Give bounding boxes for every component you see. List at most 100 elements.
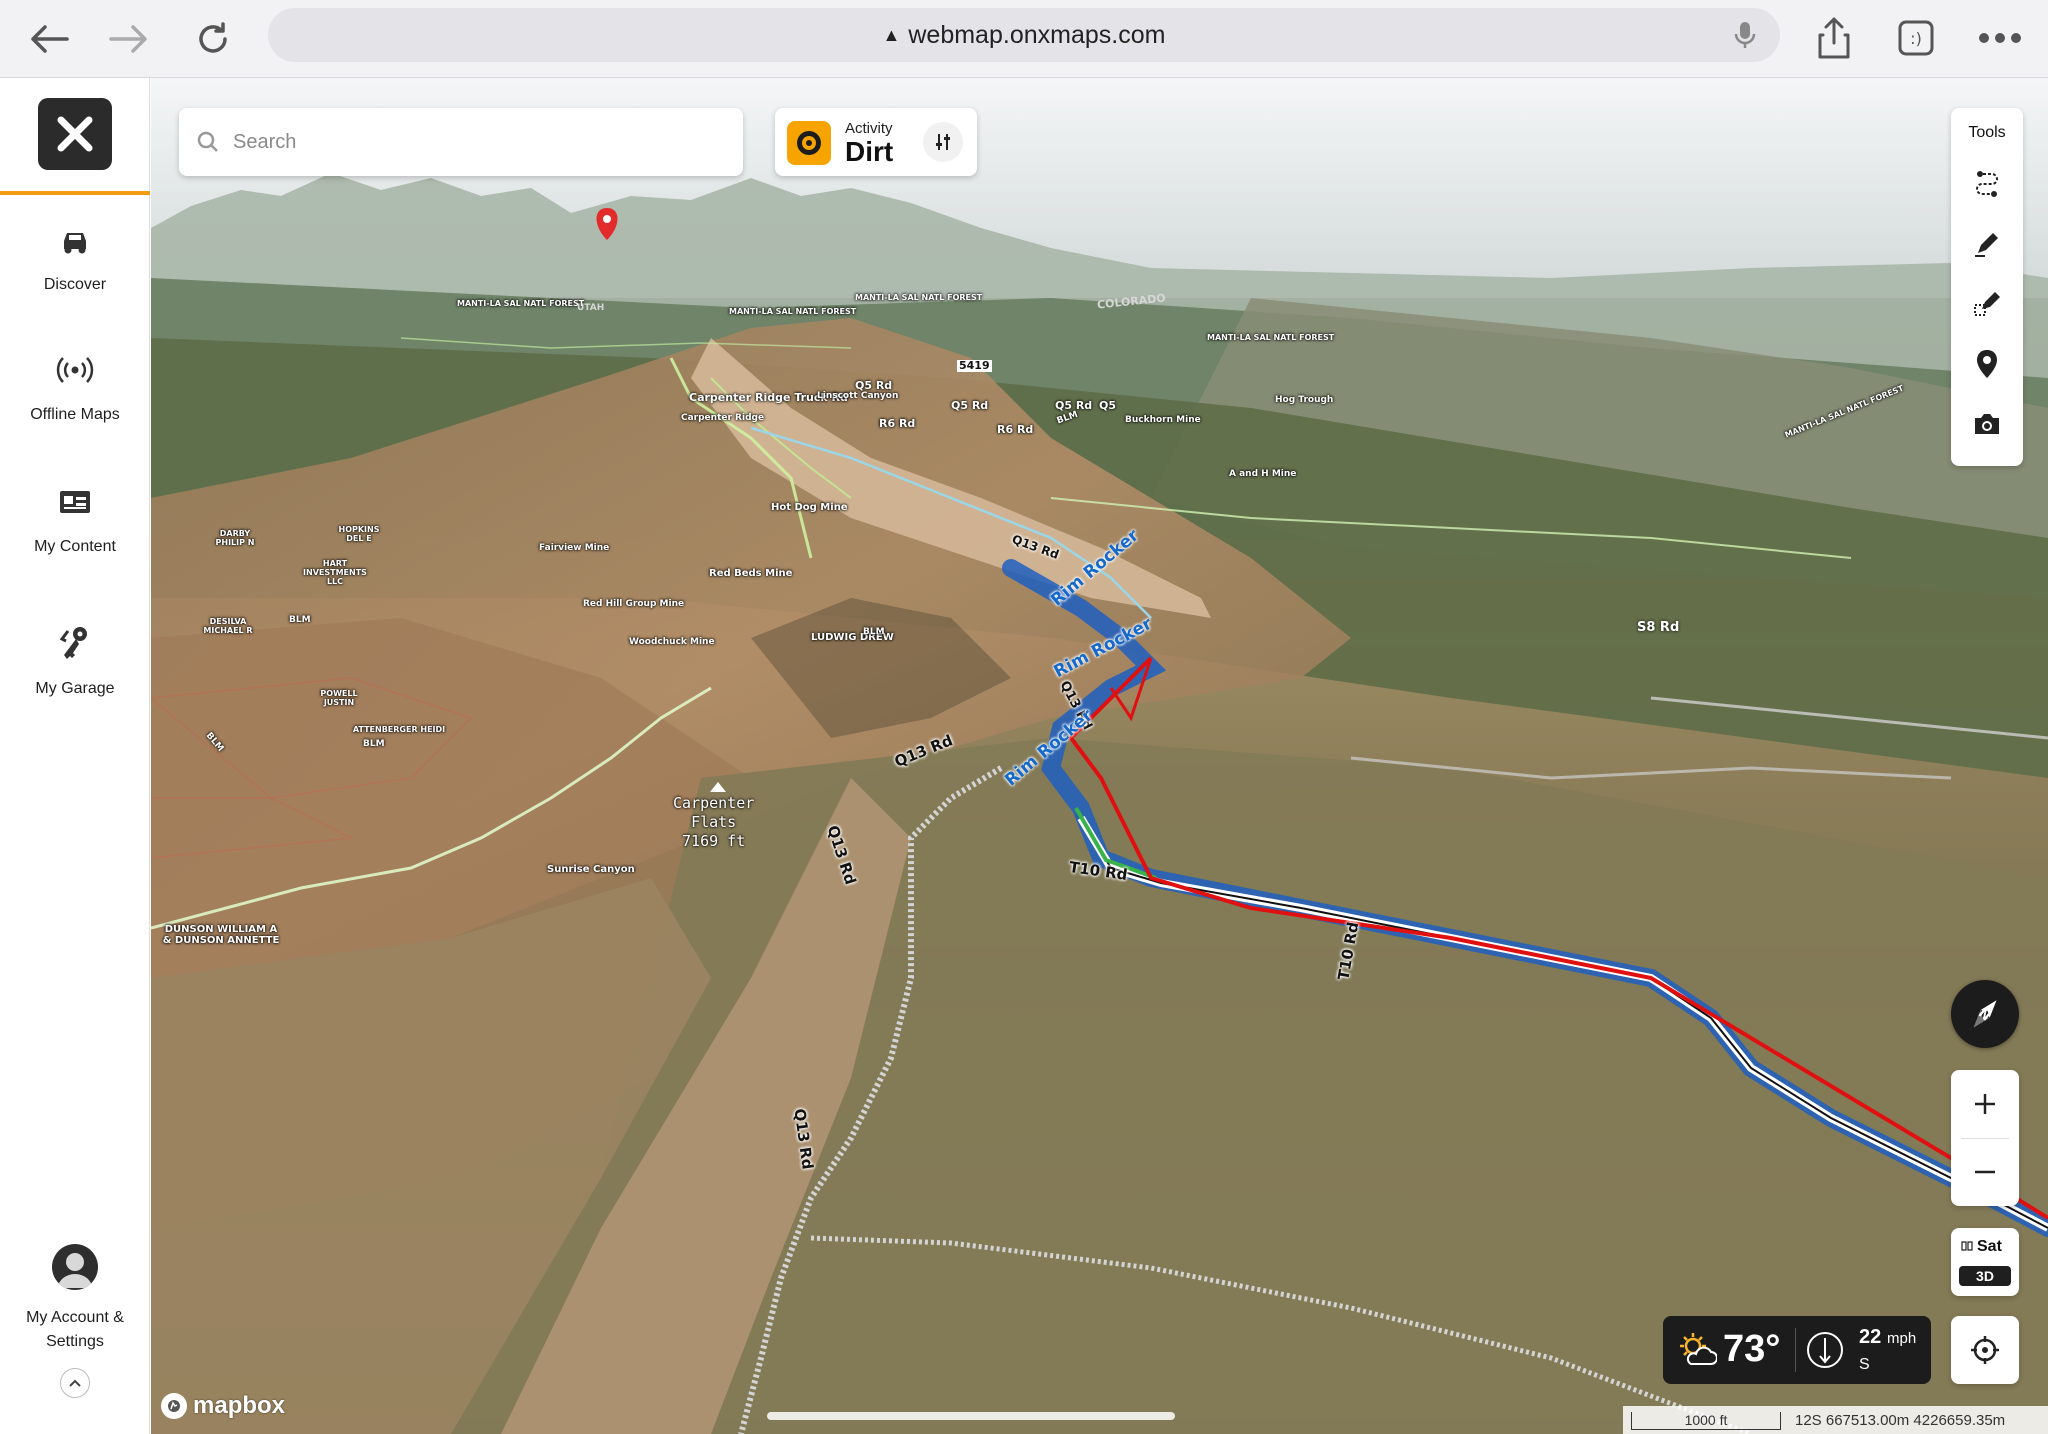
place-label: MANTI-LA SAL NATL FOREST: [855, 293, 983, 302]
basemap-layer-button[interactable]: Sat 3D: [1951, 1228, 2019, 1296]
place-label: Buckhorn Mine: [1125, 415, 1201, 425]
place-label: Hog Trough: [1275, 395, 1334, 405]
back-icon[interactable]: [24, 14, 74, 64]
sidebar-item-account[interactable]: My Account & Settings: [0, 1306, 150, 1354]
place-label: Woodchuck Mine: [629, 637, 715, 647]
wind-speed-value: 22: [1859, 1326, 1882, 1348]
wind-direction-icon: [1807, 1332, 1843, 1368]
mapbox-icon: [161, 1393, 187, 1419]
map-canvas[interactable]: Carpenter Flats 7169 ft Q13 Rd Q13 Rd Q1…: [151, 78, 2048, 1434]
pin-icon: [1977, 350, 1997, 378]
road-shield: 5419: [957, 359, 992, 373]
activity-selector[interactable]: Activity Dirt: [775, 108, 977, 176]
coordinate-readout: 12S 667513.00m 4226659.35m: [1795, 1412, 2006, 1429]
state-label: UTAH: [577, 303, 605, 313]
activity-value: Dirt: [845, 136, 894, 167]
waypoint-tool-button[interactable]: [1963, 340, 2011, 388]
peak-label: Carpenter Flats 7169 ft: [673, 794, 755, 850]
sidebar-item-my-content[interactable]: My Content: [0, 480, 150, 556]
zoom-out-button[interactable]: [1951, 1138, 2019, 1206]
crosshair-icon: [1971, 1336, 1999, 1364]
search-input[interactable]: [233, 130, 713, 154]
url-text: webmap.onxmaps.com: [908, 20, 1166, 49]
scale-bar: 1000 ft 12S 667513.00m 4226659.35m: [1623, 1406, 2048, 1434]
expand-button[interactable]: [60, 1368, 90, 1398]
activity-filter-button[interactable]: [923, 122, 963, 162]
road-label: Q5: [1099, 399, 1117, 412]
sidebar-item-label: My Garage: [35, 680, 115, 697]
place-label: Red Hill Group Mine: [583, 599, 685, 609]
road-label: R6 Rd: [879, 417, 916, 430]
draw-line-tool-button[interactable]: [1963, 220, 2011, 268]
search-bar[interactable]: [179, 108, 743, 176]
sidebar-item-label: Discover: [43, 276, 107, 293]
place-label: Sunrise Canyon: [547, 864, 635, 875]
route-tool-button[interactable]: [1963, 160, 2011, 208]
basemap-label: Sat: [1977, 1238, 2002, 1255]
mapbox-text: mapbox: [193, 1392, 286, 1419]
place-label: MANTI-LA SAL NATL FOREST: [729, 307, 857, 316]
partly-sunny-icon: [1680, 1333, 1717, 1365]
activity-label: Activity: [845, 120, 893, 137]
place-label: HART INVESTMENTS LLC: [303, 559, 367, 586]
zoom-controls: [1951, 1070, 2019, 1206]
microphone-icon[interactable]: [1734, 20, 1756, 57]
draw-area-icon: [1974, 292, 2000, 316]
weather-widget[interactable]: 73° 22 mph S: [1663, 1316, 1931, 1384]
road-label: R6 Rd: [997, 423, 1034, 436]
chevron-up-icon: [69, 1379, 81, 1387]
place-label: Carpenter Ridge: [681, 413, 765, 423]
warning-icon: ▲: [882, 24, 901, 45]
compass-north-icon: N: [1973, 1000, 1997, 1028]
divider: [1795, 1328, 1796, 1372]
route-icon: [1976, 171, 1998, 197]
forward-icon[interactable]: [104, 14, 154, 64]
sliders-icon: [936, 134, 950, 150]
terrain-layer: [151, 78, 2048, 1434]
wind-speed-unit: mph: [1887, 1330, 1917, 1347]
tools-panel: Tools: [1951, 108, 2023, 466]
place-label: Fairview Mine: [539, 543, 610, 553]
keys-icon: [0, 622, 150, 666]
camera-tool-button[interactable]: [1963, 400, 2011, 448]
place-label: DESILVA MICHAEL R: [203, 617, 253, 635]
place-label: BLM: [289, 615, 311, 625]
reload-icon[interactable]: [188, 14, 238, 64]
sidebar-item-discover[interactable]: Discover: [0, 218, 150, 294]
place-label: ATTENBERGER HEIDI: [352, 725, 446, 734]
compass-button[interactable]: N: [1951, 980, 2019, 1048]
close-button[interactable]: [38, 98, 112, 170]
place-label: HOPKINS DEL E: [338, 525, 380, 543]
temperature-value: 73°: [1723, 1328, 1781, 1370]
mapbox-logo: mapbox: [161, 1392, 285, 1420]
tabs-icon[interactable]: :): [1888, 10, 1944, 66]
place-label: Red Beds Mine: [709, 568, 793, 579]
locate-me-button[interactable]: [1951, 1316, 2019, 1384]
draw-area-tool-button[interactable]: [1963, 280, 2011, 328]
plus-icon: [1975, 1094, 1995, 1114]
place-label: MANTI-LA SAL NATL FOREST: [1207, 333, 1335, 342]
more-icon[interactable]: [1972, 10, 2028, 66]
avatar[interactable]: [52, 1244, 98, 1290]
sidebar-item-label: My Content: [34, 538, 116, 555]
place-label: BLM: [863, 627, 885, 637]
sidebar-item-offline-maps[interactable]: Offline Maps: [0, 348, 150, 424]
search-icon: [197, 131, 218, 152]
active-indicator: [0, 191, 150, 195]
zoom-in-button[interactable]: [1951, 1070, 2019, 1138]
dirt-activity-icon: [787, 121, 831, 165]
road-label: Q5 Rd: [951, 399, 989, 412]
sidebar-item-my-garage[interactable]: My Garage: [0, 622, 150, 698]
wind-direction-value: S: [1859, 1356, 1870, 1373]
place-label: Linscott Canyon: [817, 391, 899, 401]
offroad-vehicle-icon: [0, 218, 150, 262]
share-icon[interactable]: [1806, 10, 1862, 66]
place-label: MANTI-LA SAL NATL FOREST: [457, 299, 585, 308]
place-label: BLM: [363, 739, 385, 749]
road-label: S8 Rd: [1637, 620, 1680, 635]
browser-chrome: ▲ webmap.onxmaps.com :): [0, 0, 2048, 78]
place-label: Hot Dog Mine: [771, 502, 848, 513]
place-label: POWELL JUSTIN: [320, 689, 358, 707]
address-bar[interactable]: ▲ webmap.onxmaps.com: [268, 8, 1780, 62]
sidebar-item-label: Offline Maps: [30, 406, 120, 423]
